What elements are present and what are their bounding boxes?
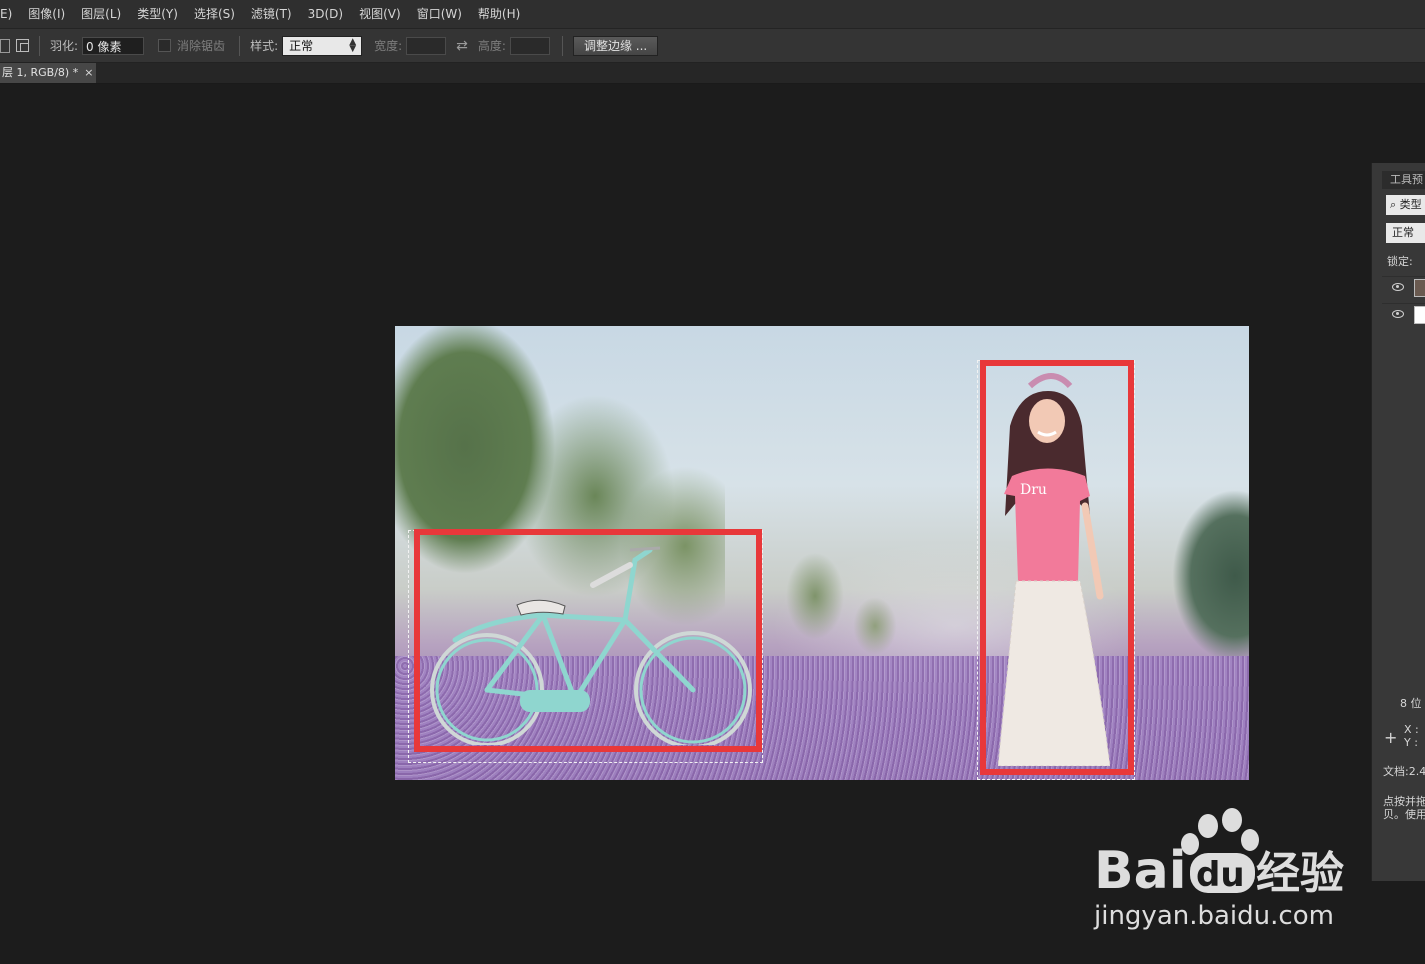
style-select[interactable]: 正常 ▲ ▼	[282, 35, 363, 56]
eye-icon[interactable]	[1392, 283, 1404, 291]
options-bar: 羽化: 0 像素 消除锯齿 样式: 正常 ▲ ▼ 宽度: ⇄ 高度: 调整边缘 .…	[0, 29, 1425, 63]
document-tab-bar: 层 1, RGB/8) * ×	[0, 63, 1425, 84]
menu-view[interactable]: 视图(V)	[351, 0, 409, 28]
width-label: 宽度:	[374, 39, 403, 53]
document-tab-title: 层 1, RGB/8) *	[2, 66, 79, 79]
menu-3d[interactable]: 3D(D)	[300, 0, 351, 28]
layer-thumbnail	[1414, 306, 1425, 324]
style-select-value: 正常	[289, 38, 314, 53]
right-panel: 工具预 ⌕ 类型 正常 锁定: 8 位 + X : Y : 文档:2.4 点按并…	[1371, 163, 1425, 881]
height-input[interactable]	[509, 36, 550, 55]
highlight-box-bicycle	[414, 529, 762, 752]
selection-mode-icon[interactable]	[0, 38, 10, 53]
feather-input[interactable]: 0 像素	[82, 36, 145, 55]
close-icon[interactable]: ×	[84, 66, 93, 79]
trees-right	[1115, 466, 1249, 666]
menu-window[interactable]: 窗口(W)	[409, 0, 470, 28]
layer-thumbnail	[1414, 279, 1425, 297]
search-icon: ⌕	[1390, 198, 1397, 211]
x-readout-label: X :	[1404, 723, 1419, 736]
watermark-url: jingyan.baidu.com	[1093, 901, 1334, 931]
lock-label: 锁定:	[1387, 255, 1413, 268]
highlight-box-girl	[980, 360, 1134, 775]
style-label: 样式:	[250, 39, 279, 53]
y-readout-label: Y :	[1404, 736, 1418, 749]
trees-middle	[775, 536, 905, 666]
menu-type[interactable]: 类型(Y)	[129, 0, 186, 28]
crosshair-icon: +	[1384, 728, 1398, 747]
menu-help[interactable]: 帮助(H)	[470, 0, 528, 28]
baidu-watermark: Bai du 经验 jingyan.baidu.com	[1093, 808, 1344, 931]
feather-label: 羽化:	[50, 39, 79, 53]
menu-filter[interactable]: 滤镜(T)	[243, 0, 300, 28]
subtract-selection-icon[interactable]	[16, 39, 29, 52]
menu-select[interactable]: 选择(S)	[186, 0, 243, 28]
panel-header[interactable]: 工具预	[1382, 171, 1425, 189]
watermark-du: du	[1196, 855, 1245, 895]
antialias-label: 消除锯齿	[177, 39, 226, 53]
layer-row[interactable]	[1382, 276, 1425, 301]
layer-filter-search[interactable]: ⌕ 类型	[1386, 195, 1425, 215]
watermark-bai: Bai	[1094, 841, 1187, 901]
layer-row[interactable]	[1382, 303, 1425, 328]
watermark-jingyan: 经验	[1256, 848, 1344, 899]
width-input[interactable]	[406, 36, 447, 55]
paw-icon	[1181, 808, 1259, 855]
height-label: 高度:	[477, 39, 506, 53]
document-size-label: 文档:2.4	[1383, 765, 1425, 778]
document-tab[interactable]: 层 1, RGB/8) * ×	[0, 63, 96, 83]
swap-icon[interactable]: ⇄	[456, 38, 468, 54]
divider	[239, 35, 241, 56]
refine-edge-button[interactable]: 调整边缘 ...	[572, 35, 659, 56]
divider	[561, 35, 563, 56]
menu-image[interactable]: 图像(I)	[20, 0, 73, 28]
bits-label: 8 位	[1400, 697, 1422, 710]
antialias-checkbox[interactable]	[158, 39, 172, 52]
menu-layer[interactable]: 图层(L)	[73, 0, 129, 28]
blend-mode-select[interactable]: 正常	[1386, 223, 1425, 243]
updown-arrow-icon: ▲ ▼	[349, 36, 357, 54]
eye-icon[interactable]	[1392, 310, 1404, 318]
search-text: 类型	[1399, 198, 1422, 211]
menu-edit[interactable]: E)	[0, 0, 20, 28]
menu-bar: E) 图像(I) 图层(L) 类型(Y) 选择(S) 滤镜(T) 3D(D) 视…	[0, 0, 1425, 29]
divider	[39, 35, 40, 56]
